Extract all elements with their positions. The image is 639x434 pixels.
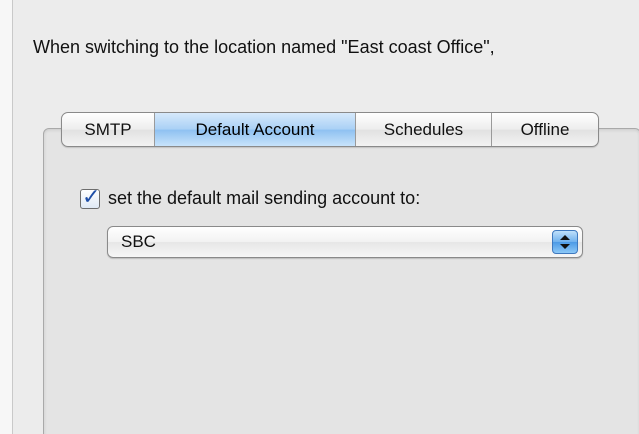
default-account-checkbox-label[interactable]: set the default mail sending account to: — [108, 188, 420, 209]
preferences-panel: When switching to the location named "Ea… — [0, 0, 639, 434]
tab-default-account[interactable]: Default Account — [154, 113, 355, 146]
tab-bar: SMTP Default Account Schedules Offline — [61, 112, 599, 147]
tab-smtp[interactable]: SMTP — [62, 113, 154, 146]
selected-account-value: SBC — [121, 232, 156, 251]
mail-account-popup[interactable]: SBC — [107, 226, 583, 258]
tab-content-box — [43, 128, 639, 434]
tab-schedules[interactable]: Schedules — [355, 113, 491, 146]
default-account-checkbox[interactable]: ✓ — [80, 184, 100, 209]
window-left-edge — [0, 0, 13, 434]
stepper-arrows-icon — [552, 230, 578, 254]
location-description: When switching to the location named "Ea… — [33, 37, 495, 57]
default-account-option: ✓ set the default mail sending account t… — [80, 184, 420, 209]
tab-offline[interactable]: Offline — [491, 113, 598, 146]
checkmark-icon: ✓ — [82, 183, 101, 209]
